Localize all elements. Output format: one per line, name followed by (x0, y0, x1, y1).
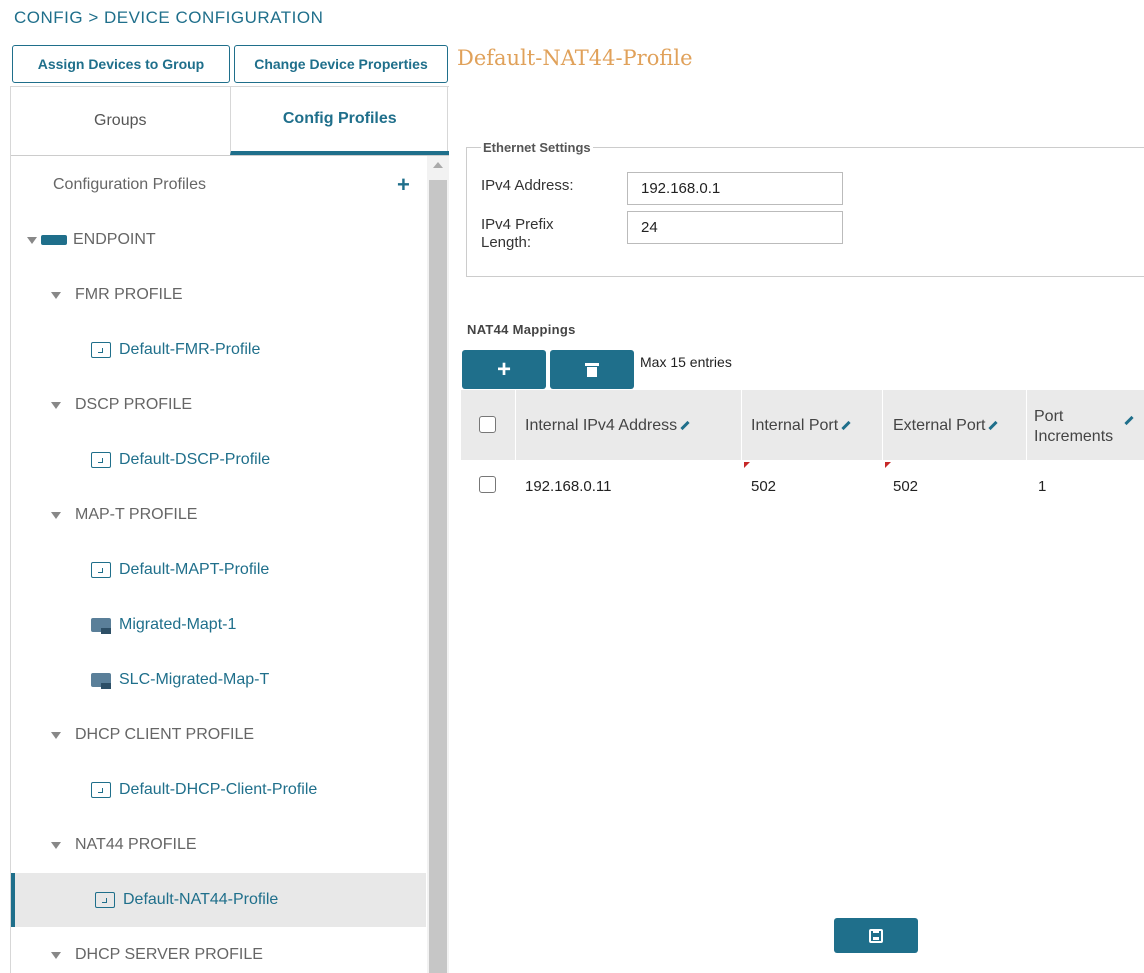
column-header-label: External Port (893, 417, 986, 434)
tree-leaf-label: SLC-Migrated-Map-T (119, 671, 270, 688)
tree-leaf-default-fmr-profile[interactable]: Default-FMR-Profile (91, 323, 260, 377)
cell-external-port[interactable]: 502 (893, 478, 918, 495)
save-button[interactable] (834, 918, 918, 953)
column-header-internal-port[interactable]: Internal Port (751, 417, 851, 435)
caret-down-icon[interactable] (51, 731, 61, 739)
table-header: Internal IPv4 Address Internal Port Exte… (461, 390, 1144, 460)
caret-down-icon[interactable] (27, 236, 37, 244)
edit-pencil-icon (680, 421, 690, 431)
save-icon (869, 928, 883, 943)
caret-down-icon[interactable] (51, 291, 61, 299)
column-divider (882, 390, 883, 460)
tree-leaf-label: Migrated-Mapt-1 (119, 616, 237, 633)
tree-node-nat44-profile[interactable]: NAT44 PROFILE (51, 818, 197, 872)
cell-internal-ip[interactable]: 192.168.0.11 (525, 478, 611, 495)
profile-tree: Configuration Profiles + ENDPOINT FMR PR… (11, 156, 426, 973)
column-header-internal-ip[interactable]: Internal IPv4 Address (525, 417, 690, 435)
caret-down-icon[interactable] (51, 401, 61, 409)
tree-node-label: ENDPOINT (73, 231, 156, 248)
modified-flag (885, 462, 891, 468)
ipv4-prefix-label-line1: IPv4 Prefix (481, 216, 554, 233)
column-header-label: Internal Port (751, 417, 839, 434)
breadcrumb: CONFIG > DEVICE CONFIGURATION (14, 8, 324, 27)
edit-pencil-icon (841, 421, 851, 431)
ipv4-address-field[interactable]: 192.168.0.1 (627, 172, 843, 205)
tree-node-mapt-profile[interactable]: MAP-T PROFILE (51, 488, 197, 542)
column-header-port-increments[interactable]: Port Increments (1034, 407, 1113, 447)
tree-scrollbar[interactable] (427, 156, 449, 973)
tree-leaf-default-dscp-profile[interactable]: Default-DSCP-Profile (91, 433, 270, 487)
column-header-external-port[interactable]: External Port (893, 417, 999, 435)
tree-node-dhcp-client-profile[interactable]: DHCP CLIENT PROFILE (51, 708, 254, 762)
tree-leaf-default-dhcp-client-profile[interactable]: Default-DHCP-Client-Profile (91, 763, 317, 817)
assign-devices-to-group-button[interactable]: Assign Devices to Group (12, 45, 230, 83)
change-device-properties-button[interactable]: Change Device Properties (234, 45, 448, 83)
ipv4-prefix-label-line2: Length: (481, 234, 532, 251)
caret-down-icon[interactable] (51, 511, 61, 519)
nat44-mappings-title: NAT44 Mappings (467, 322, 576, 337)
edit-pencil-icon (1124, 415, 1134, 426)
profile-icon (91, 342, 111, 358)
tree-leaf-default-mapt-profile[interactable]: Default-MAPT-Profile (91, 543, 269, 597)
column-divider (741, 390, 742, 460)
caret-down-icon[interactable] (51, 841, 61, 849)
tab-config-profiles[interactable]: Config Profiles (229, 86, 449, 155)
column-divider (1026, 390, 1027, 460)
ipv4-prefix-length-field[interactable]: 24 (627, 211, 843, 244)
column-header-label: Internal IPv4 Address (525, 417, 678, 434)
tree-node-label: DHCP CLIENT PROFILE (75, 726, 255, 743)
tree-node-dhcp-server-profile[interactable]: DHCP SERVER PROFILE (51, 928, 263, 973)
ipv4-address-label: IPv4 Address: (481, 177, 574, 194)
tree-leaf-label: Default-DHCP-Client-Profile (119, 781, 318, 798)
tree-node-label: FMR PROFILE (75, 286, 183, 303)
tree-leaf-label: Default-MAPT-Profile (119, 561, 270, 578)
migrated-profile-icon (91, 673, 111, 689)
tree-node-label: DHCP SERVER PROFILE (75, 946, 263, 963)
migrated-profile-icon (91, 618, 111, 634)
profile-icon (95, 892, 115, 908)
tree-leaf-migrated-mapt-1[interactable]: Migrated-Mapt-1 (91, 598, 236, 652)
cell-internal-port[interactable]: 502 (751, 478, 776, 495)
profile-icon (91, 452, 111, 468)
column-header-label: Port (1034, 408, 1064, 425)
max-entries-note: Max 15 entries (640, 354, 732, 370)
tree-header: Configuration Profiles (53, 176, 206, 193)
column-divider (515, 390, 516, 460)
row-checkbox[interactable] (479, 476, 496, 493)
delete-mapping-button[interactable] (550, 350, 634, 389)
trash-icon (585, 362, 599, 377)
tree-leaf-label: Default-FMR-Profile (119, 341, 261, 358)
profile-icon (91, 562, 111, 578)
tree-node-fmr-profile[interactable]: FMR PROFILE (51, 268, 183, 322)
tree-leaf-label: Default-NAT44-Profile (123, 891, 279, 908)
edit-pencil-icon (988, 421, 999, 431)
add-mapping-button[interactable]: + (462, 350, 546, 389)
ethernet-settings-legend: Ethernet Settings (481, 140, 593, 155)
tree-leaf-slc-migrated-map-t[interactable]: SLC-Migrated-Map-T (91, 653, 269, 707)
plus-icon: + (496, 355, 511, 383)
profile-title: Default-NAT44-Profile (457, 46, 693, 70)
modified-flag (744, 462, 750, 468)
endpoint-icon (41, 235, 67, 245)
left-panel: Groups Config Profiles Configuration Pro… (10, 86, 449, 973)
tab-groups[interactable]: Groups (11, 86, 230, 155)
caret-down-icon[interactable] (51, 951, 61, 959)
tree-node-dscp-profile[interactable]: DSCP PROFILE (51, 378, 192, 432)
cell-port-increments[interactable]: 1 (1038, 478, 1046, 495)
select-all-checkbox[interactable] (479, 416, 496, 433)
tree-node-label: DSCP PROFILE (75, 396, 193, 413)
tree-node-label: NAT44 PROFILE (75, 836, 197, 853)
scroll-up-icon[interactable] (433, 162, 443, 168)
tree-node-endpoint[interactable]: ENDPOINT (27, 213, 156, 267)
add-profile-button[interactable]: + (397, 172, 410, 198)
tree-leaf-default-nat44-profile[interactable]: Default-NAT44-Profile (11, 873, 426, 927)
profile-icon (91, 782, 111, 798)
scrollbar-thumb[interactable] (429, 180, 447, 973)
tab-bar: Groups Config Profiles (11, 86, 449, 156)
tree-leaf-label: Default-DSCP-Profile (119, 451, 271, 468)
column-header-label: Increments (1034, 428, 1114, 445)
tree-node-label: MAP-T PROFILE (75, 506, 198, 523)
